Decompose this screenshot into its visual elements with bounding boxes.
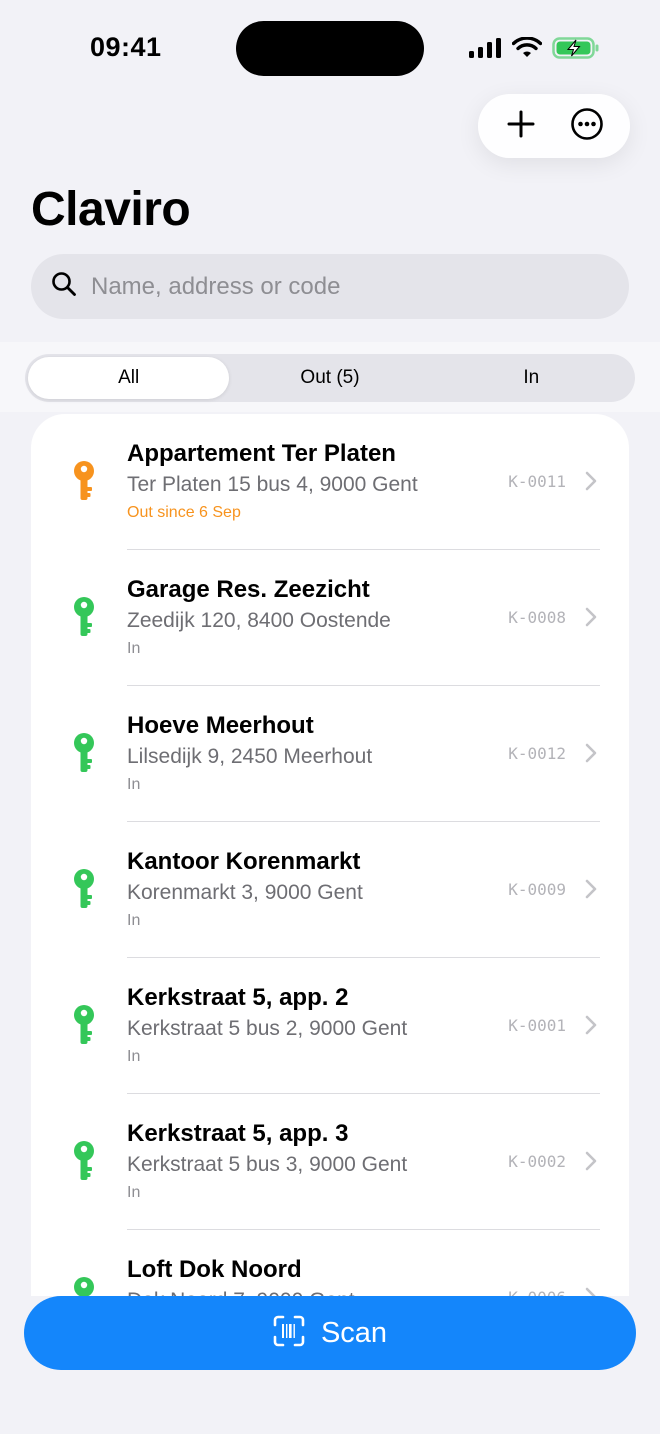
key-status: In <box>127 1184 141 1201</box>
key-name: Kerkstraat 5, app. 3 <box>127 1120 349 1147</box>
barcode-viewfinder-icon <box>273 1315 305 1352</box>
segment-in[interactable]: In <box>431 357 632 399</box>
chevron-right-icon <box>585 743 597 768</box>
key-status: In <box>127 1048 141 1065</box>
key-address: Ter Platen 15 bus 4, 9000 Gent <box>127 473 418 496</box>
key-icon-in <box>71 868 97 915</box>
search-bar[interactable] <box>31 254 629 319</box>
plus-icon <box>506 109 536 144</box>
key-icon-in <box>71 596 97 643</box>
key-row[interactable]: Kerkstraat 5, app. 2 Kerkstraat 5 bus 2,… <box>31 958 629 1094</box>
chevron-right-icon <box>585 607 597 632</box>
key-code: K-0008 <box>508 608 566 627</box>
chevron-right-icon <box>585 471 597 496</box>
cellular-signal-icon <box>468 37 502 59</box>
wifi-icon <box>512 37 542 59</box>
toolbar-actions <box>478 94 630 158</box>
key-address: Korenmarkt 3, 9000 Gent <box>127 881 363 904</box>
battery-charging-icon <box>552 36 600 60</box>
magnifier-icon <box>51 271 77 302</box>
key-status: In <box>127 640 141 657</box>
chevron-right-icon <box>585 1151 597 1176</box>
ellipsis-circle-icon <box>570 107 604 146</box>
key-icon-in <box>71 1004 97 1051</box>
key-address: Zeedijk 120, 8400 Oostende <box>127 609 391 632</box>
key-name: Kerkstraat 5, app. 2 <box>127 984 349 1011</box>
key-code: K-0001 <box>508 1016 566 1035</box>
key-address: Kerkstraat 5 bus 2, 9000 Gent <box>127 1017 408 1040</box>
key-icon-in <box>71 732 97 779</box>
search-input[interactable] <box>91 272 571 301</box>
dynamic-island <box>236 21 424 76</box>
key-name: Loft Dok Noord <box>127 1256 302 1283</box>
scan-button[interactable]: Scan <box>24 1296 636 1370</box>
segment-out[interactable]: Out (5) <box>229 357 430 399</box>
key-row[interactable]: Kantoor Korenmarkt Korenmarkt 3, 9000 Ge… <box>31 822 629 958</box>
key-status: In <box>127 912 141 929</box>
key-row[interactable]: Hoeve Meerhout Lilsedijk 9, 2450 Meerhou… <box>31 686 629 822</box>
status-icons <box>468 36 600 60</box>
segment-all[interactable]: All <box>28 357 230 399</box>
status-bar: 09:41 <box>0 0 660 100</box>
key-status: Out since 6 Sep <box>127 504 241 521</box>
key-name: Hoeve Meerhout <box>127 712 314 739</box>
key-icon-out <box>71 460 97 507</box>
key-name: Appartement Ter Platen <box>127 440 396 467</box>
key-code: K-0002 <box>508 1152 566 1171</box>
chevron-right-icon <box>585 879 597 904</box>
key-icon-in <box>71 1140 97 1187</box>
key-status: In <box>127 776 141 793</box>
filter-segmented-control: All Out (5) In <box>25 354 635 402</box>
key-row[interactable]: Appartement Ter Platen Ter Platen 15 bus… <box>31 414 629 550</box>
key-list: Appartement Ter Platen Ter Platen 15 bus… <box>31 414 629 1434</box>
status-time: 09:41 <box>90 32 162 62</box>
scan-label: Scan <box>320 1316 388 1349</box>
page-title: Claviro <box>31 183 191 236</box>
key-code: K-0011 <box>508 472 566 491</box>
add-button[interactable] <box>496 101 546 151</box>
chevron-right-icon <box>585 1015 597 1040</box>
key-address: Kerkstraat 5 bus 3, 9000 Gent <box>127 1153 408 1176</box>
key-name: Kantoor Korenmarkt <box>127 848 361 875</box>
key-code: K-0012 <box>508 744 566 763</box>
key-address: Lilsedijk 9, 2450 Meerhout <box>127 745 373 768</box>
key-row[interactable]: Garage Res. Zeezicht Zeedijk 120, 8400 O… <box>31 550 629 686</box>
more-button[interactable] <box>562 101 612 151</box>
key-name: Garage Res. Zeezicht <box>127 576 370 603</box>
key-code: K-0009 <box>508 880 566 899</box>
key-row[interactable]: Kerkstraat 5, app. 3 Kerkstraat 5 bus 3,… <box>31 1094 629 1230</box>
